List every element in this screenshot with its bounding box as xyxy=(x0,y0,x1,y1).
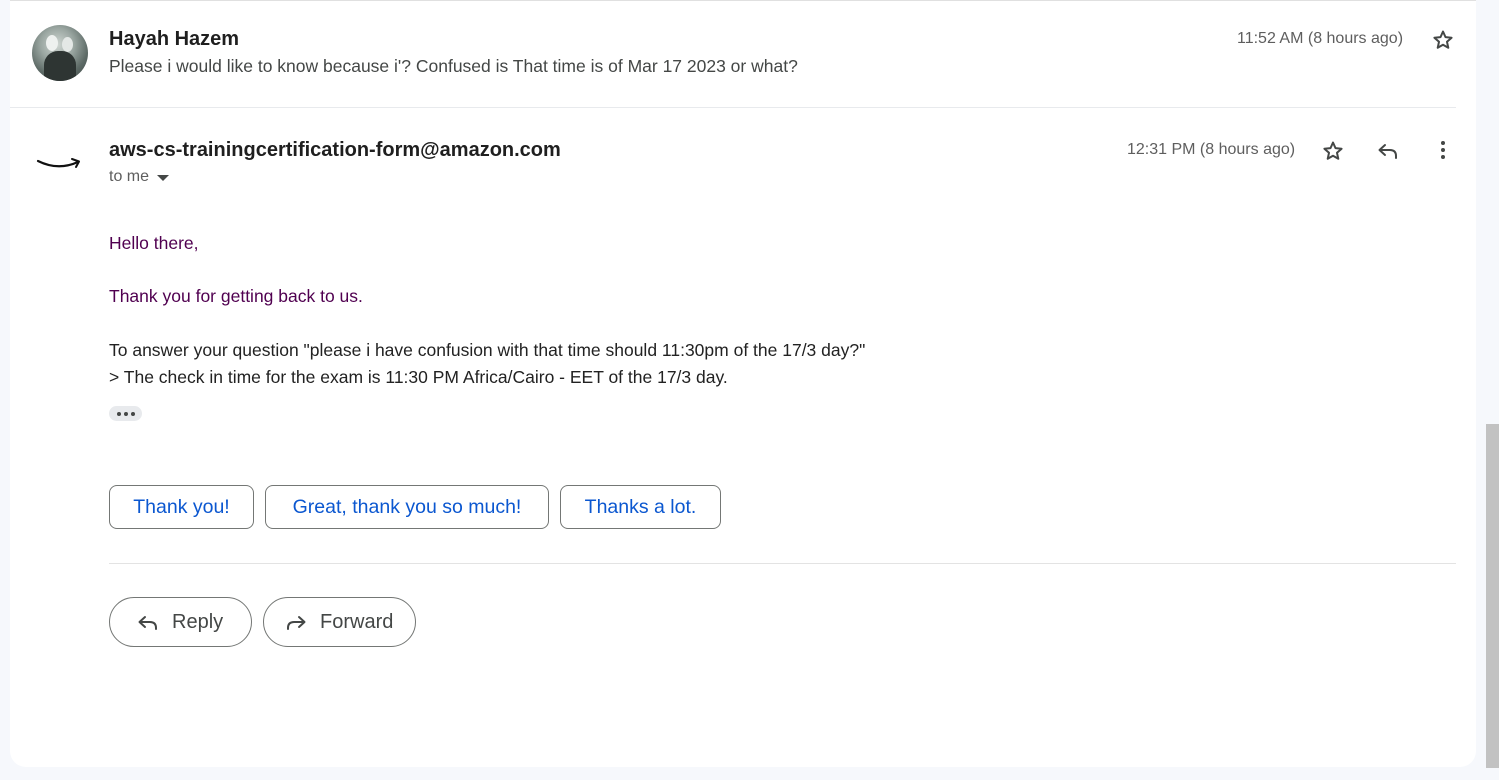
smart-reply-chip[interactable]: Thanks a lot. xyxy=(560,485,721,529)
star-icon[interactable] xyxy=(1431,28,1455,52)
reply-button[interactable] xyxy=(1374,137,1402,165)
message-snippet: Please i would like to know because i'? … xyxy=(109,56,798,76)
sender-email: aws-cs-trainingcertification-form@amazon… xyxy=(109,139,561,161)
forward-button[interactable]: Forward xyxy=(263,597,416,647)
show-trimmed-content-button[interactable] xyxy=(109,406,142,421)
body-thanks: Thank you for getting back to us. xyxy=(109,286,363,306)
scrollbar-thumb[interactable] xyxy=(1486,424,1499,768)
reply-icon xyxy=(1378,144,1397,159)
avatar xyxy=(32,25,88,81)
smart-reply-chip[interactable]: Thank you! xyxy=(109,485,254,529)
email-thread-panel: Hayah Hazem Please i would like to know … xyxy=(10,0,1476,767)
recipient-label: to me xyxy=(109,168,150,185)
reply-button[interactable]: Reply xyxy=(109,597,252,647)
vertical-dots-icon xyxy=(1441,141,1445,159)
divider xyxy=(109,563,1456,564)
body-greeting: Hello there, xyxy=(109,233,199,253)
reply-label: Reply xyxy=(172,610,224,633)
sender-name: Hayah Hazem xyxy=(109,28,240,50)
body-line-answer: > The check in time for the exam is 11:3… xyxy=(109,367,728,387)
message-timestamp: 11:52 AM (8 hours ago) xyxy=(1237,30,1404,47)
star-icon xyxy=(1323,141,1343,160)
body-line-question: To answer your question "please i have c… xyxy=(109,340,866,360)
reply-arrow-icon xyxy=(138,616,157,630)
chevron-down-icon xyxy=(157,175,170,181)
forward-label: Forward xyxy=(320,610,394,633)
forward-arrow-icon xyxy=(287,616,306,630)
amazon-logo-icon xyxy=(36,158,80,168)
star-button[interactable] xyxy=(1319,137,1347,165)
smart-reply-chip[interactable]: Great, thank you so much! xyxy=(265,485,549,529)
recipient-details-toggle[interactable]: to me xyxy=(109,168,170,186)
message-timestamp: 12:31 PM (8 hours ago) xyxy=(1127,141,1296,158)
collapsed-message-hayah[interactable]: Hayah Hazem Please i would like to know … xyxy=(10,1,1456,108)
more-options-button[interactable] xyxy=(1429,136,1457,164)
